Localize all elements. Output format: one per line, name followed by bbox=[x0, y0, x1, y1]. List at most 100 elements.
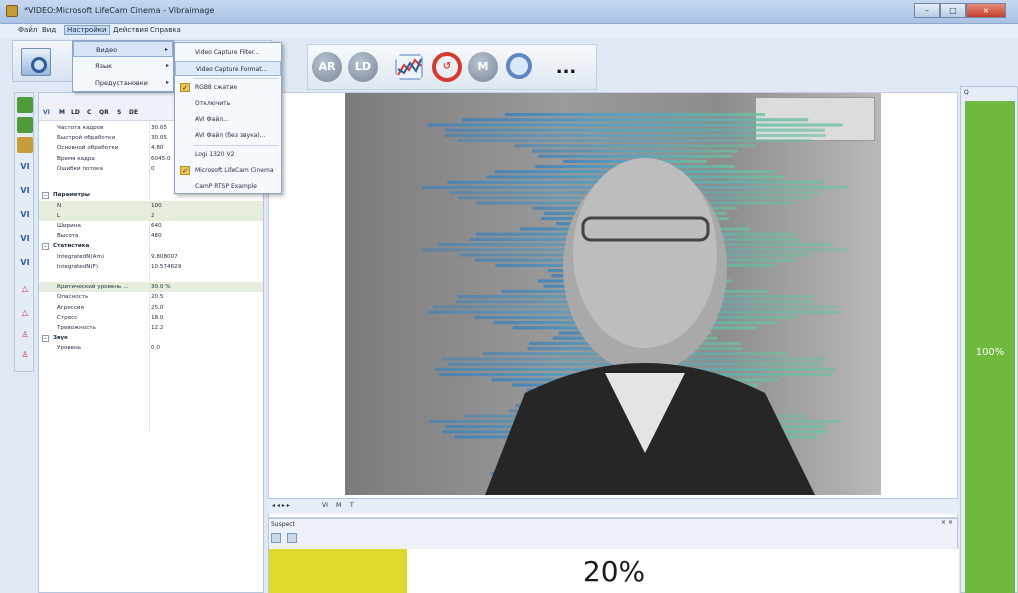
menu-item-presets-label: Предустановки bbox=[95, 79, 148, 87]
tab-qr[interactable]: QR bbox=[99, 109, 109, 116]
video-submenu-item[interactable]: Отключить bbox=[175, 96, 281, 111]
property-row[interactable]: N 100 bbox=[39, 200, 263, 211]
vi-icon-3[interactable]: VI bbox=[17, 207, 33, 223]
menu-separator bbox=[193, 78, 279, 79]
tab-de[interactable]: DE bbox=[129, 109, 138, 116]
video-submenu-item[interactable]: ✓ RGB8 сжатие bbox=[175, 80, 281, 95]
tab-video-t[interactable]: T bbox=[350, 502, 354, 509]
tab-ld[interactable]: LD bbox=[71, 109, 80, 116]
vi-icon-4[interactable]: VI bbox=[17, 231, 33, 247]
aura-stripe bbox=[461, 118, 809, 122]
tab-video-vi[interactable]: VI bbox=[322, 502, 328, 509]
settings-menu: Видео ▸ Язык ▸ Предустановки ▸ bbox=[72, 40, 174, 92]
video-submenu-item[interactable]: CamP RTSP Example bbox=[175, 179, 281, 194]
warning-icon-1[interactable]: △ bbox=[17, 281, 33, 297]
m-button[interactable]: M bbox=[468, 52, 498, 82]
property-row[interactable]: Стресс 18.0 bbox=[39, 313, 263, 323]
aura-stripe bbox=[532, 149, 738, 153]
vi-icon-2[interactable]: VI bbox=[17, 183, 33, 199]
app-icon bbox=[6, 5, 18, 17]
vibraimage-aura bbox=[421, 113, 849, 495]
ld-button[interactable]: LD bbox=[348, 52, 378, 82]
collapse-icon[interactable]: – bbox=[42, 243, 49, 251]
table-icon[interactable] bbox=[17, 117, 33, 133]
menu-item-language[interactable]: Язык ▸ bbox=[73, 58, 173, 74]
suspect-panel-title: Suspect bbox=[271, 521, 295, 528]
aura-stripe bbox=[505, 113, 765, 117]
property-key: Ошибки потока bbox=[57, 165, 103, 172]
property-group[interactable]: – Звук bbox=[39, 333, 263, 343]
video-submenu-item[interactable]: ✓ Microsoft LifeCam Cinema bbox=[175, 163, 281, 178]
aura-stripe bbox=[458, 139, 812, 143]
grid-icon[interactable] bbox=[17, 97, 33, 113]
tab-video-m[interactable]: M bbox=[336, 502, 341, 509]
property-value: 25.0 bbox=[151, 304, 164, 311]
property-row[interactable]: Высота 480 bbox=[39, 231, 263, 241]
video-submenu-item[interactable]: Video Capture Filter... bbox=[175, 45, 281, 60]
property-row[interactable]: Критический уровень ... 30.0 % bbox=[39, 282, 263, 293]
export-icon[interactable] bbox=[287, 533, 298, 543]
tab-vi[interactable]: VI bbox=[43, 109, 50, 116]
property-row[interactable]: L2 bbox=[39, 210, 263, 221]
video-submenu-item[interactable]: AVI Файл... bbox=[175, 112, 281, 127]
menu-file[interactable]: Файл bbox=[18, 26, 37, 34]
property-key: Уровень bbox=[57, 345, 82, 352]
menu-view[interactable]: Вид bbox=[42, 26, 56, 34]
video-submenu-item[interactable]: Logi 1320 V2 bbox=[175, 147, 281, 162]
alert-icon-1[interactable]: ♙ bbox=[17, 327, 33, 343]
close-button[interactable]: × bbox=[966, 3, 1006, 18]
submenu-arrow-icon: ▸ bbox=[165, 62, 169, 69]
menu-item-video[interactable]: Видео ▸ bbox=[73, 41, 173, 57]
property-row[interactable]: IntegratedN(Am) 9.808007 bbox=[39, 252, 263, 262]
menu-help[interactable]: Справка bbox=[150, 26, 181, 34]
property-key: Высота bbox=[57, 233, 79, 240]
property-row[interactable]: Опасность 20.5 bbox=[39, 292, 263, 302]
property-value: 30.05 bbox=[151, 125, 168, 131]
alert-icon-2[interactable]: ♙ bbox=[17, 347, 33, 363]
image-icon[interactable] bbox=[17, 137, 33, 153]
q-level-bar: 100% bbox=[965, 101, 1015, 593]
aura-stripe bbox=[444, 133, 826, 137]
property-value: 9.808007 bbox=[151, 253, 178, 260]
video-submenu-item[interactable]: AVI Файл (без звука)... bbox=[175, 128, 281, 143]
property-group-title: Статистика bbox=[53, 243, 90, 250]
property-row[interactable]: IntegratedN(F) 10.574629 bbox=[39, 262, 263, 272]
more-button[interactable]: ... bbox=[548, 53, 584, 83]
collapse-icon[interactable]: – bbox=[42, 335, 49, 343]
menu-item-video-label: Видео bbox=[96, 46, 118, 54]
vi-icon-1[interactable]: VI bbox=[17, 159, 33, 175]
property-value: 30.05 bbox=[151, 135, 168, 142]
menu-item-presets[interactable]: Предустановки ▸ bbox=[73, 75, 173, 91]
suspect-level-track: 20% bbox=[269, 549, 959, 593]
menu-bar: Файл Вид Настройки Действия Справка bbox=[0, 24, 1018, 38]
property-row[interactable]: Уровень 0.0 bbox=[39, 343, 263, 353]
checkmark-icon: ✓ bbox=[180, 83, 190, 92]
checkmark-icon: ✓ bbox=[180, 166, 190, 175]
vi-icon-5[interactable]: VI bbox=[17, 255, 33, 271]
ar-button[interactable]: AR bbox=[312, 52, 342, 82]
warning-icon-2[interactable]: △ bbox=[17, 305, 33, 321]
property-row[interactable]: Тревожность 12.2 bbox=[39, 323, 263, 333]
tab-c[interactable]: C bbox=[87, 109, 91, 116]
camera-icon[interactable] bbox=[21, 48, 51, 76]
zoom-icon[interactable] bbox=[506, 53, 532, 79]
tab-m[interactable]: M bbox=[59, 109, 65, 116]
reset-icon[interactable]: ↺ bbox=[432, 52, 462, 82]
video-submenu-item[interactable]: Video Capture Format... bbox=[175, 61, 281, 76]
minimize-button[interactable]: – bbox=[914, 3, 940, 18]
property-group[interactable]: – Статистика bbox=[39, 241, 263, 251]
tab-s[interactable]: S bbox=[117, 109, 121, 116]
maximize-button[interactable]: □ bbox=[940, 3, 966, 18]
property-row[interactable]: Ширина 640 bbox=[39, 221, 263, 231]
property-row[interactable]: Агрессия 25.0 bbox=[39, 303, 263, 313]
close-panel-icon[interactable]: × × bbox=[941, 519, 953, 526]
property-row[interactable] bbox=[39, 272, 263, 282]
collapse-icon[interactable]: – bbox=[42, 192, 49, 200]
print-icon[interactable] bbox=[271, 533, 281, 543]
menu-settings[interactable]: Настройки bbox=[64, 25, 110, 35]
property-key: Основной обработки bbox=[57, 145, 119, 152]
chart-icon[interactable] bbox=[394, 51, 426, 83]
menu-actions[interactable]: Действия bbox=[113, 26, 148, 34]
video-tabs-nav[interactable]: ◂ ◂ ▸ ▸ bbox=[272, 502, 290, 509]
aura-stripe bbox=[427, 123, 843, 127]
